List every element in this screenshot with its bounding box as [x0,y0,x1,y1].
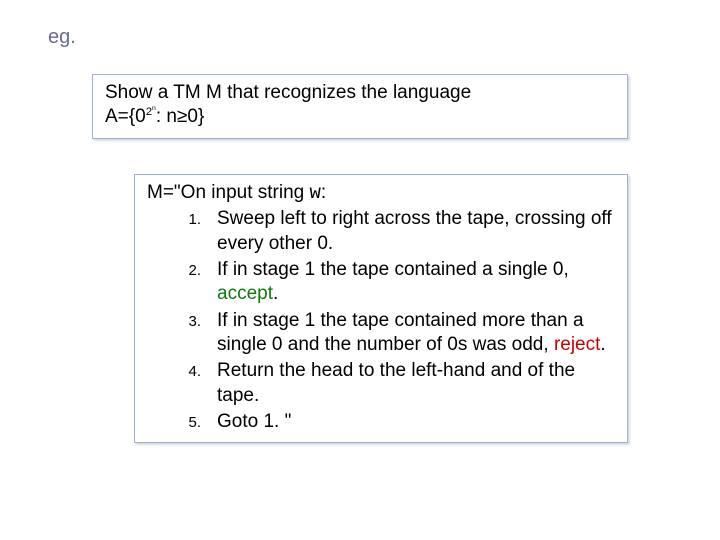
problem-line2: A={02n: n≥0} [105,105,617,129]
step-number: 5. [147,410,217,434]
step-text: Goto 1. " [217,410,617,434]
problem-mid: : n [156,106,177,127]
accept-word: accept [217,283,273,304]
geq-symbol: ≥ [177,106,187,127]
step-number: 1. [147,207,217,256]
solution-steps: 1. Sweep left to right across the tape, … [147,207,617,434]
step-text: If in stage 1 the tape contained a singl… [217,258,617,307]
reject-word: reject [554,334,600,355]
example-label: eg. [48,26,76,49]
list-item: 5. Goto 1. " [147,410,617,434]
step-text: Return the head to the left-hand and of … [217,359,617,408]
step-number: 3. [147,309,217,358]
list-item: 4. Return the head to the left-hand and … [147,359,617,408]
solution-head-var: w [310,182,321,204]
step-text-before: If in stage 1 the tape contained more th… [217,310,584,355]
step-text-before: If in stage 1 the tape contained a singl… [217,259,569,280]
problem-end: 0} [187,106,204,127]
solution-head-prefix: M="On input string [147,182,310,203]
list-item: 2. If in stage 1 the tape contained a si… [147,258,617,307]
step-number: 4. [147,359,217,408]
step-text: Sweep left to right across the tape, cro… [217,207,617,256]
step-text: If in stage 1 the tape contained more th… [217,309,617,358]
step-text-after: . [273,283,278,304]
problem-box: Show a TM M that recognizes the language… [92,74,628,139]
step-text-after: . [600,334,605,355]
solution-head-suffix: : [321,182,326,203]
list-item: 3. If in stage 1 the tape contained more… [147,309,617,358]
list-item: 1. Sweep left to right across the tape, … [147,207,617,256]
step-number: 2. [147,258,217,307]
solution-box: M="On input string w: 1. Sweep left to r… [134,174,628,443]
problem-line1: Show a TM M that recognizes the language [105,81,617,105]
problem-prefix: A={0 [105,106,146,127]
solution-head: M="On input string w: [147,181,617,205]
